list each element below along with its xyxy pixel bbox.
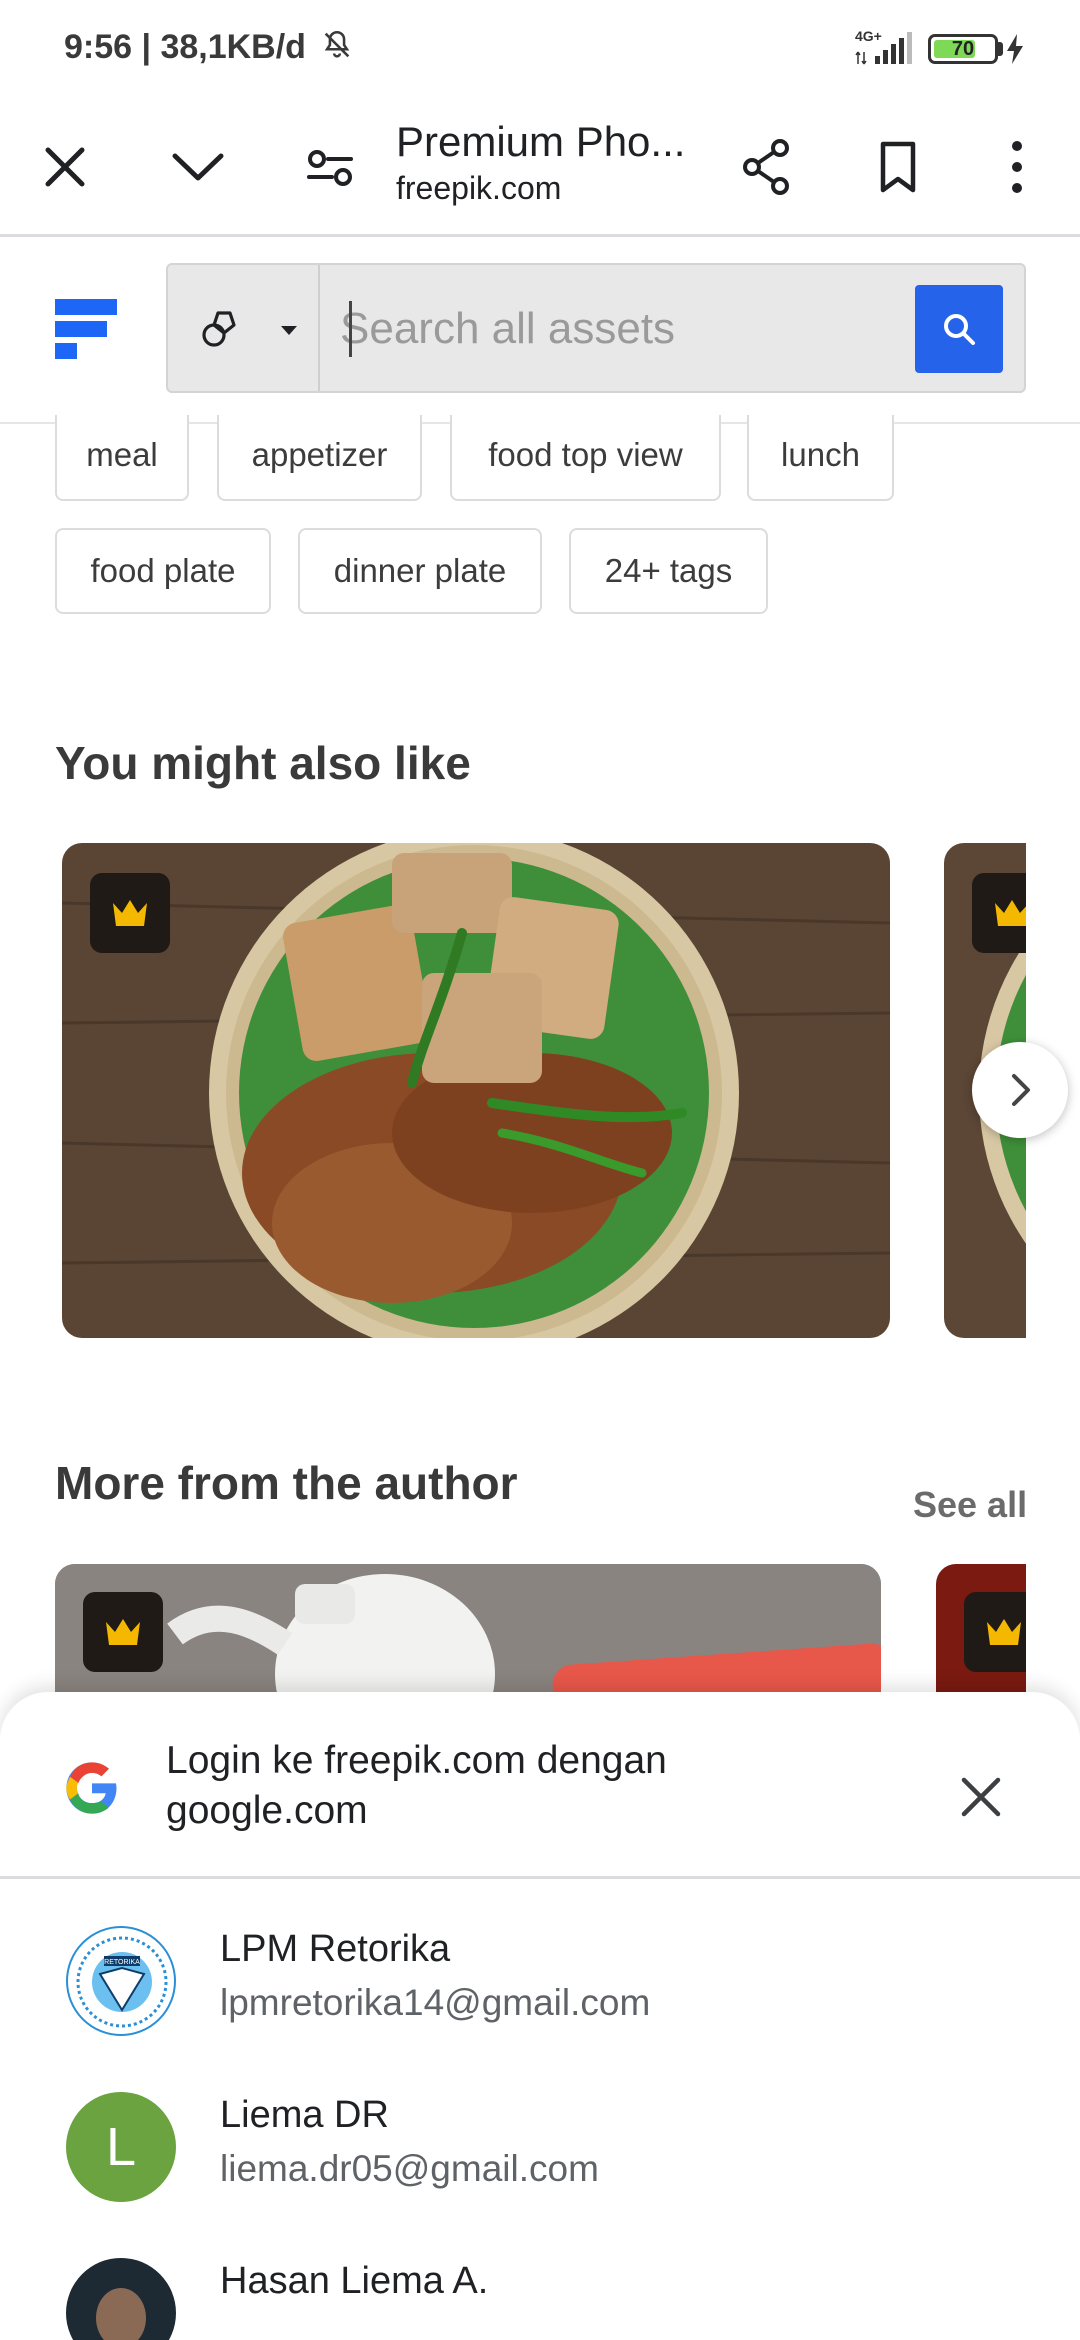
- sheet-title: Login ke freepik.com dengan google.com: [166, 1739, 667, 1832]
- carousel-next-button[interactable]: [972, 1042, 1068, 1138]
- crown-icon: [113, 900, 147, 926]
- food-photo: [62, 843, 890, 1338]
- tag-chip[interactable]: lunch: [747, 415, 894, 501]
- share-icon[interactable]: [732, 132, 802, 202]
- avatar: RETORIKA: [66, 1926, 176, 2036]
- related-image-card[interactable]: [62, 843, 890, 1338]
- tag-chip[interactable]: dinner plate: [298, 528, 542, 614]
- chevron-right-icon: [1012, 1074, 1030, 1106]
- status-time: 9:56 | 38,1KB/d: [64, 28, 306, 66]
- bookmark-icon[interactable]: [863, 132, 933, 202]
- premium-badge: [964, 1592, 1026, 1672]
- browser-toolbar: Premium Pho... freepik.com: [0, 100, 1080, 237]
- freepik-logo-icon[interactable]: [55, 299, 117, 359]
- signal-icon: 4G+: [855, 28, 915, 66]
- divider: [0, 1876, 1080, 1879]
- tag-chip[interactable]: meal: [55, 415, 189, 501]
- google-login-sheet: Login ke freepik.com dengan google.com R…: [0, 1692, 1080, 2340]
- asset-type-selector[interactable]: [168, 265, 320, 391]
- account-name: Liema DR: [220, 2094, 389, 2136]
- chevron-down-icon[interactable]: [163, 132, 233, 202]
- account-name: Hasan Liema A.: [220, 2260, 489, 2302]
- search-bar: [166, 263, 1062, 393]
- crown-icon: [995, 900, 1026, 926]
- search-icon: [944, 314, 975, 345]
- page-url: freepik.com: [396, 170, 562, 206]
- page-title: Premium Pho...: [396, 118, 686, 165]
- avatar: [66, 2258, 176, 2340]
- battery-level: 70: [951, 38, 975, 60]
- site-settings-icon[interactable]: [295, 132, 365, 202]
- author-section-title: More from the author: [55, 1457, 518, 1509]
- tag-chip[interactable]: 24+ tags: [569, 528, 768, 614]
- premium-badge: [83, 1592, 163, 1672]
- dropdown-arrow-icon: [281, 326, 297, 335]
- premium-badge: [90, 873, 170, 953]
- google-logo-icon: [66, 1762, 117, 1814]
- shapes-icon: [202, 311, 236, 347]
- more-vert-icon[interactable]: [982, 132, 1052, 202]
- avatar-text: RETORIKA: [104, 1959, 140, 1966]
- account-item[interactable]: RETORIKA LPM Retorika lpmretorika14@gmai…: [0, 1916, 1080, 2056]
- muted-bell-icon: [325, 30, 350, 58]
- retorika-logo-icon: RETORIKA: [76, 1936, 168, 2028]
- avatar: L: [66, 2092, 176, 2202]
- account-name: LPM Retorika: [220, 1928, 451, 1970]
- tag-chip[interactable]: food plate: [55, 528, 271, 614]
- crown-icon: [987, 1619, 1021, 1645]
- close-icon[interactable]: [30, 132, 100, 202]
- text-caret: [349, 301, 352, 357]
- see-all-link[interactable]: See all: [913, 1484, 1027, 1526]
- premium-badge: [972, 873, 1026, 953]
- battery-tip: [998, 42, 1003, 56]
- close-icon[interactable]: [956, 1772, 1006, 1822]
- tag-chip[interactable]: food top view: [450, 415, 721, 501]
- also-like-title: You might also like: [55, 737, 471, 789]
- tag-chip[interactable]: appetizer: [217, 415, 422, 501]
- battery-icon: 70: [928, 34, 998, 64]
- account-email: lpmretorika14@gmail.com: [220, 1982, 651, 2023]
- charging-icon: [1007, 34, 1023, 64]
- account-item[interactable]: Hasan Liema A.: [0, 2248, 1080, 2340]
- search-button[interactable]: [915, 285, 1003, 373]
- site-header: [0, 237, 1080, 424]
- status-bar: 9:56 | 38,1KB/d 4G+ 70: [0, 0, 1080, 100]
- account-email: liema.dr05@gmail.com: [220, 2148, 599, 2189]
- crown-icon: [106, 1619, 140, 1645]
- account-item[interactable]: L Liema DR liema.dr05@gmail.com: [0, 2082, 1080, 2222]
